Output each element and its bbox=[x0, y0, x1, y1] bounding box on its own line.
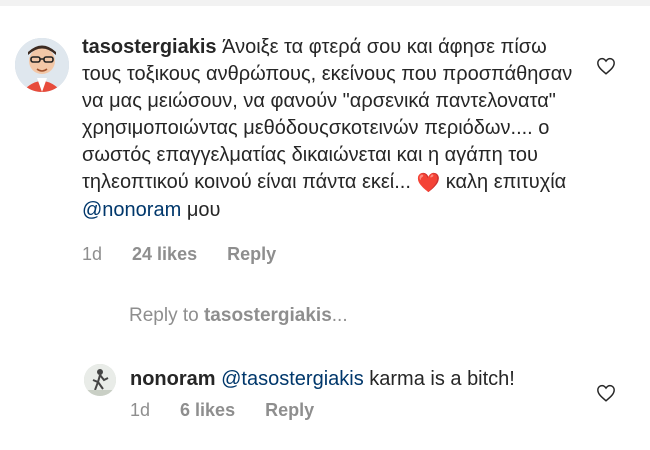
heart-outline-icon bbox=[597, 384, 615, 402]
reply-username[interactable]: nonoram bbox=[130, 368, 216, 390]
mention-link[interactable]: @tasostergiakis bbox=[221, 368, 364, 390]
heart-outline-icon bbox=[597, 57, 615, 75]
reply-meta: 1d 6 likes Reply bbox=[130, 400, 314, 421]
reply-to-prefix: Reply to bbox=[129, 305, 204, 326]
heart-emoji: ❤️ bbox=[416, 173, 441, 194]
avatar[interactable] bbox=[84, 364, 116, 396]
reply-to-suffix: ... bbox=[331, 305, 348, 326]
mention-link[interactable]: @nonoram bbox=[82, 199, 181, 221]
comment-age: 1d bbox=[82, 244, 103, 264]
reply-age: 1d bbox=[130, 400, 151, 420]
reply-body: nonoram @tasostergiakis karma is a bitch… bbox=[130, 366, 590, 393]
comment-text-end: μου bbox=[186, 199, 221, 221]
comment-meta: 1d 24 likes Reply bbox=[82, 244, 276, 265]
reply-to-link[interactable]: Reply to tasostergiakis... bbox=[129, 305, 348, 327]
profile-picture bbox=[15, 38, 69, 92]
top-divider bbox=[0, 0, 650, 6]
reply-to-name: tasostergiakis bbox=[203, 305, 332, 326]
reply-text: karma is a bitch! bbox=[363, 368, 515, 390]
avatar[interactable] bbox=[15, 38, 69, 92]
comment-text-after-heart: καλη επιτυχία bbox=[445, 171, 567, 193]
likes-count[interactable]: 6 likes bbox=[180, 400, 235, 421]
comment-username[interactable]: tasostergiakis bbox=[82, 36, 217, 58]
reply-button[interactable]: Reply bbox=[227, 244, 276, 265]
reply-button[interactable]: Reply bbox=[265, 400, 314, 421]
like-button[interactable] bbox=[594, 381, 618, 405]
profile-picture bbox=[84, 364, 116, 396]
like-button[interactable] bbox=[594, 54, 618, 78]
comment-text: Άνοιξε τα φτερά σου και άφησε πίσω τους … bbox=[82, 36, 573, 193]
comment-body: tasostergiakis Άνοιξε τα φτερά σου και ά… bbox=[82, 34, 587, 224]
likes-count[interactable]: 24 likes bbox=[132, 244, 197, 265]
